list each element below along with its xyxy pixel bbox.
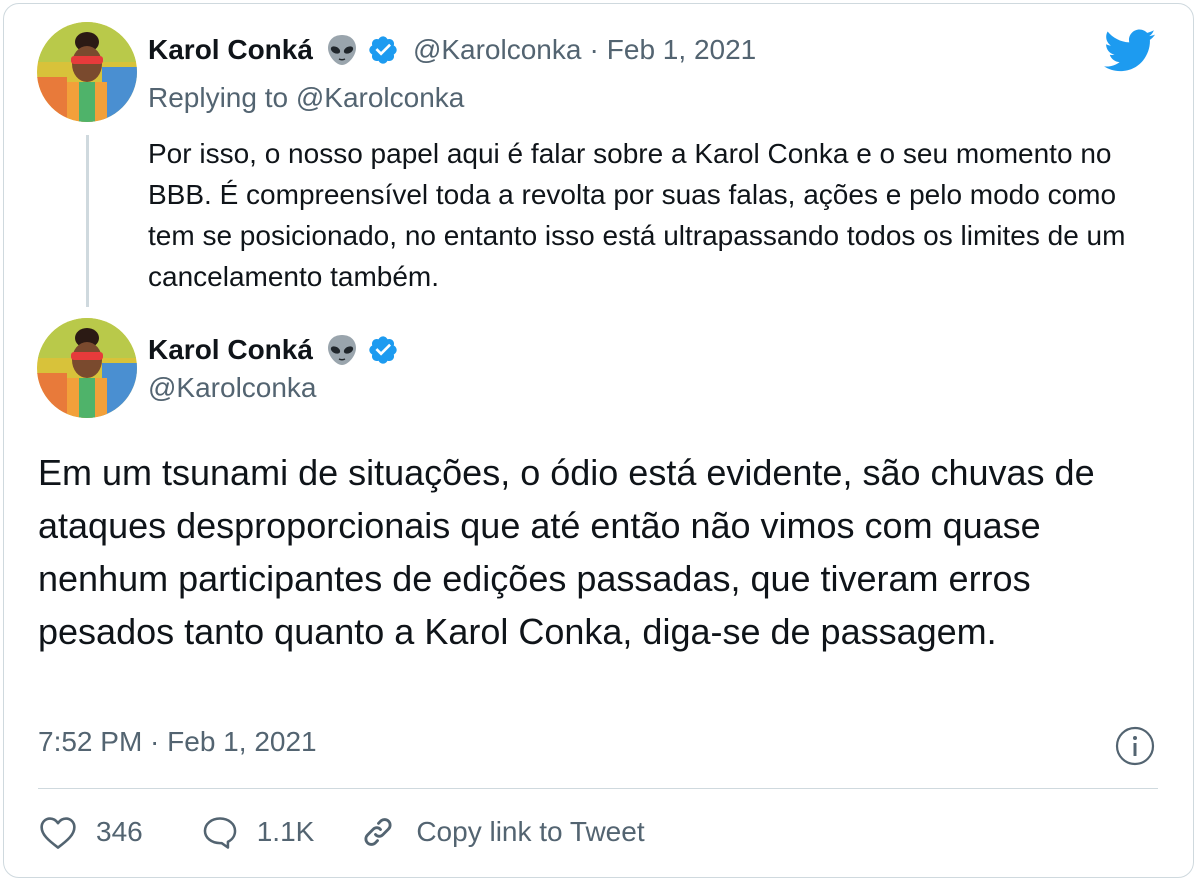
tweet-timestamp[interactable]: 7:52 PM · Feb 1, 2021: [38, 726, 317, 758]
like-count: 346: [96, 816, 143, 847]
author-name[interactable]: Karol Conká: [148, 34, 313, 66]
author-handle[interactable]: @Karolconka: [148, 372, 317, 404]
separator-dot: ·: [589, 34, 599, 65]
alien-icon: [325, 333, 359, 367]
reply-tweet-text: Por isso, o nosso papel aqui é falar sob…: [148, 138, 1126, 292]
main-author-row: Karol Conká: [148, 333, 399, 367]
copy-link-label: Copy link to Tweet: [416, 816, 645, 847]
info-icon[interactable]: [1114, 725, 1156, 767]
reply-author-row: Karol Conká @Karolconka · Feb 1, 2021: [148, 33, 756, 67]
speech-bubble-icon: [201, 814, 239, 850]
action-bar: 346 1.1K Copy link to Tweet: [38, 812, 645, 852]
reply-count: 1.1K: [256, 816, 315, 847]
author-name[interactable]: Karol Conká: [148, 334, 313, 366]
main-tweet-text: Em um tsunami de situações, o ódio está …: [38, 452, 1095, 652]
verified-badge-icon: [367, 334, 399, 366]
tweet-date[interactable]: Feb 1, 2021: [607, 34, 756, 66]
replying-to[interactable]: Replying to @Karolconka: [148, 82, 464, 114]
divider: [38, 788, 1158, 789]
reply-button[interactable]: 1.1K: [201, 814, 315, 850]
copy-link-button[interactable]: Copy link to Tweet: [358, 812, 645, 852]
twitter-bird-icon[interactable]: [1104, 29, 1156, 78]
link-icon: [358, 812, 398, 852]
heart-icon: [38, 814, 78, 850]
verified-badge-icon: [367, 34, 399, 66]
avatar[interactable]: [37, 318, 137, 418]
alien-icon: [325, 33, 359, 67]
author-handle[interactable]: @Karolconka: [413, 34, 582, 66]
avatar[interactable]: [37, 22, 137, 122]
thread-connector: [86, 135, 89, 307]
like-button[interactable]: 346: [38, 814, 143, 850]
